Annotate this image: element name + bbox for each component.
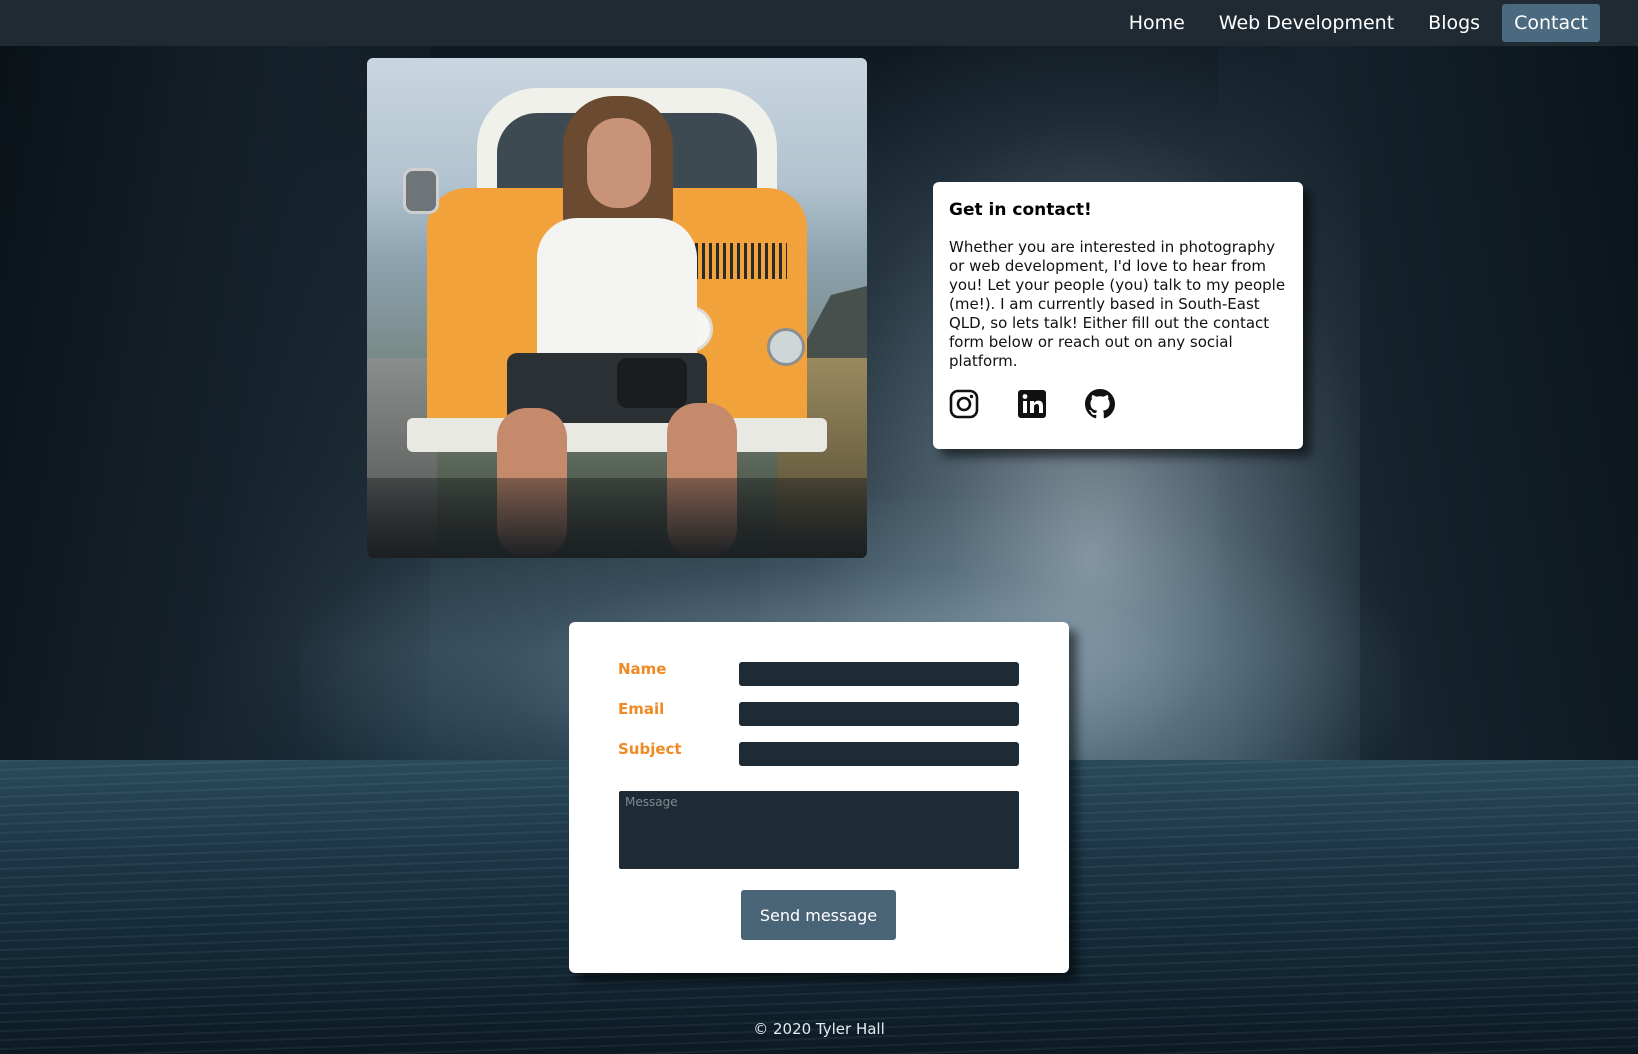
person-face bbox=[587, 118, 651, 208]
camera bbox=[617, 358, 687, 408]
nav-contact[interactable]: Contact bbox=[1502, 4, 1600, 42]
van-bumper bbox=[407, 418, 827, 452]
subject-label: Subject bbox=[618, 740, 682, 758]
name-input[interactable] bbox=[739, 662, 1019, 686]
profile-photo bbox=[367, 58, 867, 558]
email-input[interactable] bbox=[739, 702, 1019, 726]
footer-copyright: © 2020 Tyler Hall bbox=[753, 1020, 885, 1038]
send-message-button[interactable]: Send message bbox=[741, 890, 896, 940]
photo-ground bbox=[367, 478, 867, 558]
van-mirror bbox=[403, 168, 439, 214]
name-label: Name bbox=[618, 660, 667, 678]
nav-links: Home Web Development Blogs Contact bbox=[1117, 4, 1600, 42]
contact-card: Get in contact! Whether you are interest… bbox=[933, 182, 1303, 449]
linkedin-icon[interactable] bbox=[1017, 389, 1047, 419]
email-label: Email bbox=[618, 700, 665, 718]
subject-input[interactable] bbox=[739, 742, 1019, 766]
instagram-icon[interactable] bbox=[949, 389, 979, 419]
nav-home[interactable]: Home bbox=[1117, 4, 1197, 42]
navbar: Home Web Development Blogs Contact bbox=[0, 0, 1638, 46]
social-links bbox=[949, 389, 1287, 419]
person-shirt bbox=[537, 218, 697, 368]
nav-blogs[interactable]: Blogs bbox=[1416, 4, 1492, 42]
van-headlight bbox=[767, 328, 805, 366]
github-icon[interactable] bbox=[1085, 389, 1115, 419]
contact-description: Whether you are interested in photograph… bbox=[949, 238, 1286, 370]
contact-form: Name Email Subject Send message bbox=[569, 622, 1069, 973]
nav-web-development[interactable]: Web Development bbox=[1207, 4, 1406, 42]
contact-title: Get in contact! bbox=[949, 200, 1092, 220]
message-textarea[interactable] bbox=[619, 791, 1019, 869]
